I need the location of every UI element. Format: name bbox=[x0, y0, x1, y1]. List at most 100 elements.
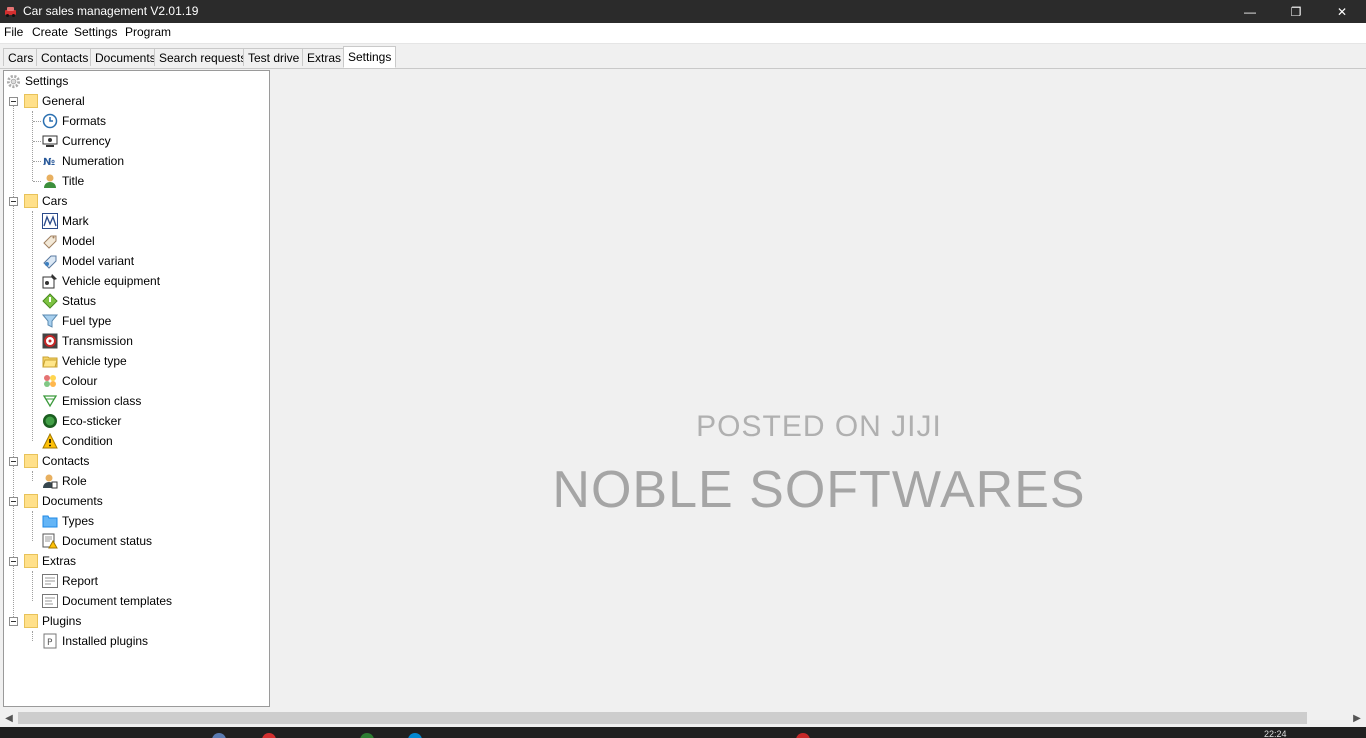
eco-sticker-icon bbox=[42, 413, 58, 429]
tree-item-title[interactable]: Title bbox=[42, 171, 84, 191]
tree-item-fuel-type[interactable]: Fuel type bbox=[42, 311, 111, 331]
taskbar-app-icon[interactable] bbox=[408, 733, 422, 738]
tree-item-colour[interactable]: Colour bbox=[42, 371, 97, 391]
tab-strip: Cars Contacts Documents Search requests … bbox=[0, 46, 1366, 69]
tree-item-emission-class[interactable]: Emission class bbox=[42, 391, 141, 411]
scroll-right-arrow[interactable]: ▶ bbox=[1350, 711, 1364, 725]
numero-icon: № bbox=[42, 153, 58, 169]
tree-group-contacts[interactable]: Contacts bbox=[24, 451, 89, 471]
tree-group-extras[interactable]: Extras bbox=[24, 551, 76, 571]
tab-test-drive[interactable]: Test drive bbox=[243, 48, 305, 66]
tree-label: Report bbox=[62, 574, 99, 588]
tree-item-status[interactable]: Status bbox=[42, 291, 96, 311]
taskbar-clock: 22:24 bbox=[1264, 729, 1287, 738]
horizontal-scrollbar[interactable]: ◀ ▶ bbox=[0, 709, 1366, 727]
collapse-plugins-toggle[interactable] bbox=[9, 617, 18, 626]
collapse-cars-toggle[interactable] bbox=[9, 197, 18, 206]
taskbar-app-icon[interactable] bbox=[360, 733, 374, 738]
maximize-button[interactable]: ❐ bbox=[1273, 0, 1319, 23]
folder-icon bbox=[24, 454, 38, 468]
tree-root-settings[interactable]: Settings bbox=[5, 71, 68, 91]
tree-label: Title bbox=[62, 174, 85, 188]
tree-label: Cars bbox=[42, 194, 68, 208]
minimize-button[interactable]: — bbox=[1227, 0, 1273, 23]
tree-connector bbox=[13, 101, 14, 621]
scroll-thumb[interactable] bbox=[18, 712, 1307, 724]
tag-variant-icon bbox=[42, 253, 58, 269]
taskbar: 22:24 bbox=[0, 727, 1366, 738]
tree-label: Transmission bbox=[62, 334, 133, 348]
tab-extras[interactable]: Extras bbox=[302, 48, 347, 66]
tab-contacts[interactable]: Contacts bbox=[36, 48, 94, 66]
taskbar-app-icon[interactable] bbox=[796, 733, 810, 738]
equipment-icon bbox=[42, 273, 58, 289]
report-icon bbox=[42, 573, 58, 589]
tab-settings[interactable]: Settings bbox=[343, 46, 397, 68]
tab-cars[interactable]: Cars bbox=[3, 48, 39, 66]
tree-connector bbox=[33, 181, 41, 182]
taskbar-app-icon[interactable] bbox=[262, 733, 276, 738]
menu-settings[interactable]: Settings bbox=[74, 25, 117, 39]
tab-search-requests[interactable]: Search requests bbox=[154, 48, 252, 66]
tree-connector bbox=[33, 161, 41, 162]
taskbar-app-icon[interactable] bbox=[212, 733, 226, 738]
collapse-extras-toggle[interactable] bbox=[9, 557, 18, 566]
tree-label: Vehicle equipment bbox=[62, 274, 161, 288]
watermark-line-1: POSTED ON JIJI bbox=[696, 410, 942, 443]
tab-documents[interactable]: Documents bbox=[90, 48, 161, 66]
close-button[interactable]: ✕ bbox=[1319, 0, 1365, 23]
tree-label: Numeration bbox=[62, 154, 125, 168]
tree-item-numeration[interactable]: № Numeration bbox=[42, 151, 124, 171]
funnel-icon bbox=[42, 313, 58, 329]
tree-item-mark[interactable]: Mark bbox=[42, 211, 89, 231]
tree-group-general[interactable]: General bbox=[24, 91, 85, 111]
settings-tree[interactable]: Settings General Formats Currency № Nume… bbox=[3, 70, 270, 707]
folder-icon bbox=[24, 194, 38, 208]
tree-item-condition[interactable]: Condition bbox=[42, 431, 113, 451]
tree-label: Types bbox=[62, 514, 95, 528]
menu-program[interactable]: Program bbox=[125, 25, 171, 39]
blue-folder-icon bbox=[42, 513, 58, 529]
collapse-documents-toggle[interactable] bbox=[9, 497, 18, 506]
collapse-contacts-toggle[interactable] bbox=[9, 457, 18, 466]
tree-label: Condition bbox=[62, 434, 113, 448]
menu-file[interactable]: File bbox=[4, 25, 23, 39]
collapse-general-toggle[interactable] bbox=[9, 97, 18, 106]
menu-create[interactable]: Create bbox=[32, 25, 68, 39]
emission-icon bbox=[42, 393, 58, 409]
tree-group-plugins[interactable]: Plugins bbox=[24, 611, 81, 631]
tree-item-model[interactable]: Model bbox=[42, 231, 95, 251]
gear-icon bbox=[5, 73, 21, 89]
tree-label: Emission class bbox=[62, 394, 142, 408]
currency-icon bbox=[42, 133, 58, 149]
tree-item-role[interactable]: Role bbox=[42, 471, 87, 491]
tree-item-transmission[interactable]: Transmission bbox=[42, 331, 133, 351]
title-bar: Car sales management V2.01.19 — ❐ ✕ bbox=[0, 0, 1366, 23]
transmission-icon bbox=[42, 333, 58, 349]
tree-label: Documents bbox=[42, 494, 103, 508]
folder-icon bbox=[24, 494, 38, 508]
tree-item-types[interactable]: Types bbox=[42, 511, 94, 531]
template-icon bbox=[42, 593, 58, 609]
tree-item-vehicle-equipment[interactable]: Vehicle equipment bbox=[42, 271, 160, 291]
tree-item-eco-sticker[interactable]: Eco-sticker bbox=[42, 411, 121, 431]
tree-label: Colour bbox=[62, 374, 98, 388]
tree-group-documents[interactable]: Documents bbox=[24, 491, 103, 511]
tree-item-model-variant[interactable]: Model variant bbox=[42, 251, 134, 271]
role-person-icon bbox=[42, 473, 58, 489]
tree-label: Extras bbox=[42, 554, 77, 568]
tree-group-cars[interactable]: Cars bbox=[24, 191, 67, 211]
tree-item-installed-plugins[interactable]: P Installed plugins bbox=[42, 631, 148, 651]
tree-item-document-status[interactable]: Document status bbox=[42, 531, 152, 551]
person-icon bbox=[42, 173, 58, 189]
tree-label: Plugins bbox=[42, 614, 82, 628]
tree-item-formats[interactable]: Formats bbox=[42, 111, 106, 131]
tree-item-report[interactable]: Report bbox=[42, 571, 98, 591]
tree-item-vehicle-type[interactable]: Vehicle type bbox=[42, 351, 127, 371]
tree-connector bbox=[32, 211, 33, 441]
tree-item-document-templates[interactable]: Document templates bbox=[42, 591, 172, 611]
tree-item-currency[interactable]: Currency bbox=[42, 131, 111, 151]
tree-label: Fuel type bbox=[62, 314, 112, 328]
scroll-left-arrow[interactable]: ◀ bbox=[2, 711, 16, 725]
document-warning-icon bbox=[42, 533, 58, 549]
